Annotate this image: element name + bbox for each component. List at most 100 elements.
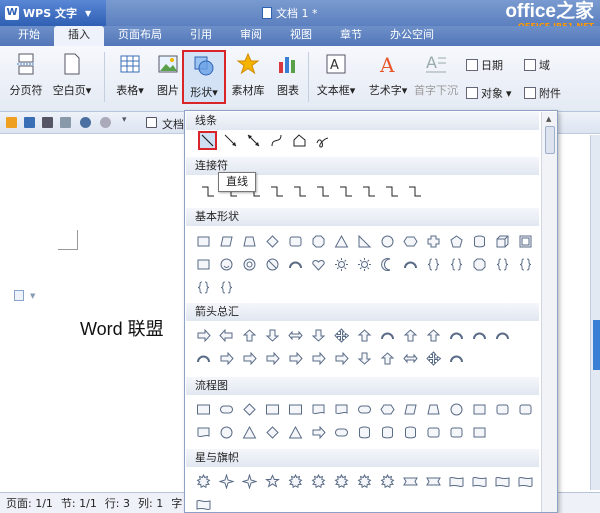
shape-rect-icon[interactable] <box>470 423 489 442</box>
app-menu-button[interactable]: W WPS 文字 ▼ <box>0 0 106 26</box>
shape-banner-icon[interactable] <box>424 472 443 491</box>
print-icon[interactable] <box>42 117 53 128</box>
shape-rarrow-icon[interactable] <box>263 349 282 368</box>
shape-star4-icon[interactable] <box>240 472 259 491</box>
chevron-down-icon[interactable]: ▼ <box>30 292 35 300</box>
shape-arc-icon[interactable] <box>378 326 397 345</box>
shape-bracket-icon[interactable] <box>424 255 443 274</box>
shape-uarrow-icon[interactable] <box>401 326 420 345</box>
shape-quad-icon[interactable] <box>332 326 351 345</box>
shape-hex-icon[interactable] <box>401 232 420 251</box>
redo-icon[interactable] <box>100 117 111 128</box>
shape-frame-icon[interactable] <box>516 232 535 251</box>
shape-circle-icon[interactable] <box>378 232 397 251</box>
shape-larrow-icon[interactable] <box>217 326 236 345</box>
tab-view[interactable]: 视图 <box>276 26 326 46</box>
material-library-button[interactable]: 素材库 <box>226 50 270 104</box>
shape-rrect-icon[interactable] <box>286 232 305 251</box>
shape-star5-icon[interactable] <box>263 472 282 491</box>
shape-uarrow-icon[interactable] <box>378 349 397 368</box>
tab-section[interactable]: 章节 <box>326 26 376 46</box>
attachment-button[interactable]: 附件 <box>524 84 561 102</box>
shape-freeform-icon[interactable] <box>290 131 309 150</box>
shape-arc-icon[interactable] <box>194 349 213 368</box>
shape-hex-icon[interactable] <box>378 400 397 419</box>
shape-bracket-icon[interactable] <box>516 255 535 274</box>
shape-sun-icon[interactable] <box>332 255 351 274</box>
shape-circle-icon[interactable] <box>447 400 466 419</box>
shape-elbow-icon[interactable] <box>405 182 424 201</box>
shape-cross-icon[interactable] <box>424 232 443 251</box>
blank-page-button[interactable]: 空白页▾ <box>50 50 94 104</box>
shape-rect-icon[interactable] <box>194 232 213 251</box>
shape-process-icon[interactable] <box>286 400 305 419</box>
dropcap-button[interactable]: A 首字下沉 <box>414 50 458 104</box>
shape-rrect-icon[interactable] <box>516 400 535 419</box>
shape-quad-icon[interactable] <box>424 349 443 368</box>
shape-bracket-icon[interactable] <box>447 255 466 274</box>
shape-rarrow-icon[interactable] <box>332 349 351 368</box>
shape-heart-icon[interactable] <box>309 255 328 274</box>
shape-star4-icon[interactable] <box>217 472 236 491</box>
shape-elbow-icon[interactable] <box>290 182 309 201</box>
shape-lrarrow-icon[interactable] <box>401 349 420 368</box>
shape-elbow-icon[interactable] <box>198 182 217 201</box>
shape-elbow-icon[interactable] <box>359 182 378 201</box>
shape-term-icon[interactable] <box>355 400 374 419</box>
shapes-button[interactable]: 形状▾ <box>182 50 226 104</box>
shape-curve-icon[interactable] <box>267 131 286 150</box>
shape-uarrow-icon[interactable] <box>240 326 259 345</box>
shape-cyl-icon[interactable] <box>470 232 489 251</box>
print-preview-icon[interactable] <box>60 117 71 128</box>
shape-rrect-icon[interactable] <box>493 400 512 419</box>
shape-arc-icon[interactable] <box>286 255 305 274</box>
shape-process-icon[interactable] <box>194 400 213 419</box>
shape-uarrow-icon[interactable] <box>424 326 443 345</box>
shape-wave-icon[interactable] <box>447 472 466 491</box>
shape-wave-icon[interactable] <box>516 472 535 491</box>
shape-bracket-icon[interactable] <box>194 278 213 297</box>
shape-term-icon[interactable] <box>217 400 236 419</box>
tab-start[interactable]: 开始 <box>4 26 54 46</box>
shape-doc-icon[interactable] <box>194 423 213 442</box>
shape-tri-icon[interactable] <box>286 423 305 442</box>
shape-banner-icon[interactable] <box>401 472 420 491</box>
shape-elbow-icon[interactable] <box>313 182 332 201</box>
shape-arc-icon[interactable] <box>447 349 466 368</box>
open-icon[interactable] <box>6 117 17 128</box>
shape-pent-icon[interactable] <box>447 232 466 251</box>
field-button[interactable]: 域 <box>524 56 550 74</box>
shape-bracket-icon[interactable] <box>493 255 512 274</box>
shape-rarrow-icon[interactable] <box>286 349 305 368</box>
shape-cube-icon[interactable] <box>493 232 512 251</box>
shape-arrow1-icon[interactable] <box>221 131 240 150</box>
shape-donut-icon[interactable] <box>240 255 259 274</box>
shape-elbow-icon[interactable] <box>336 182 355 201</box>
textbox-button[interactable]: A 文本框▾ <box>314 50 358 104</box>
panel-scrollbar[interactable]: ▲ <box>541 112 557 512</box>
shape-rarrow-icon[interactable] <box>309 423 328 442</box>
tab-page-layout[interactable]: 页面布局 <box>104 26 176 46</box>
shape-process-icon[interactable] <box>263 400 282 419</box>
shape-scribble-icon[interactable] <box>313 131 332 150</box>
document-body-text[interactable]: Word 联盟 <box>80 315 164 341</box>
object-button[interactable]: 对象 ▾ <box>466 84 512 102</box>
shape-lrarrow-icon[interactable] <box>286 326 305 345</box>
shape-diamond-icon[interactable] <box>263 232 282 251</box>
shape-diamond-icon[interactable] <box>240 400 259 419</box>
shape-elbow-icon[interactable] <box>382 182 401 201</box>
shape-burst-icon[interactable] <box>309 472 328 491</box>
shape-trap-icon[interactable] <box>424 400 443 419</box>
shape-rect-icon[interactable] <box>470 400 489 419</box>
shape-wave-icon[interactable] <box>470 472 489 491</box>
shape-rtri-icon[interactable] <box>355 232 374 251</box>
shape-rrect-icon[interactable] <box>424 423 443 442</box>
shape-trap-icon[interactable] <box>240 232 259 251</box>
shape-sun-icon[interactable] <box>355 255 374 274</box>
shape-arc-icon[interactable] <box>470 326 489 345</box>
shape-bracket-icon[interactable] <box>217 278 236 297</box>
shape-doc-icon[interactable] <box>309 400 328 419</box>
tab-review[interactable]: 审阅 <box>226 26 276 46</box>
shape-doc-icon[interactable] <box>332 400 351 419</box>
shape-arc-icon[interactable] <box>493 326 512 345</box>
